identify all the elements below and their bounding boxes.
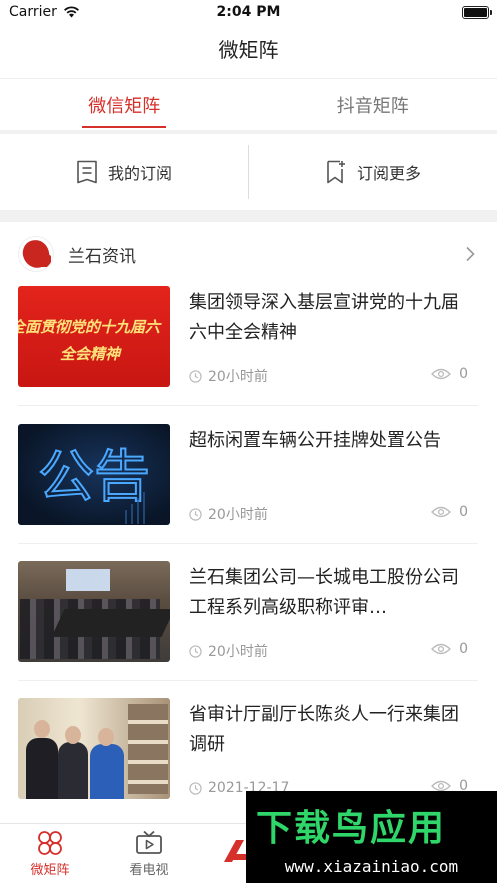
article-meta: 20小时前 0 bbox=[189, 504, 474, 524]
eye-icon bbox=[431, 506, 451, 518]
subscribe-row: 我的订阅 订阅更多 bbox=[0, 134, 497, 210]
clock-icon bbox=[189, 644, 202, 658]
bookmark-add-icon bbox=[327, 160, 345, 184]
list-item[interactable]: 兰石集团公司—长城电工股份公司工程系列高级职称评审… 20小时前 0 bbox=[18, 561, 478, 689]
tab-douyin-matrix[interactable]: 抖音矩阵 bbox=[249, 79, 497, 130]
article-time: 20小时前 bbox=[208, 369, 268, 385]
view-count: 0 bbox=[431, 641, 468, 657]
subscribe-more-label: 订阅更多 bbox=[356, 164, 421, 183]
eye-icon bbox=[431, 368, 451, 380]
tab-micro-matrix[interactable]: 微矩阵 bbox=[10, 830, 90, 878]
view-count-value: 0 bbox=[459, 641, 468, 657]
watermark-title: 下载鸟应用 bbox=[256, 808, 447, 849]
tab-label: 微矩阵 bbox=[30, 863, 70, 878]
view-count-value: 0 bbox=[459, 366, 468, 382]
channel-header[interactable]: 兰石资讯 bbox=[0, 222, 497, 286]
article-meta: 20小时前 0 bbox=[189, 641, 474, 661]
view-count: 0 bbox=[431, 366, 468, 382]
article-title: 集团领导深入基层宣讲党的十九届六中全会精神 bbox=[189, 292, 459, 343]
divider bbox=[18, 680, 478, 681]
thumbnail-caption: 全会精神 bbox=[60, 345, 121, 363]
matrix-icon bbox=[38, 831, 62, 855]
tab-wechat-matrix[interactable]: 微信矩阵 bbox=[0, 79, 249, 130]
article-time: 20小时前 bbox=[208, 644, 268, 660]
view-count-value: 0 bbox=[459, 504, 468, 520]
article-time: 20小时前 bbox=[208, 507, 268, 523]
subscription-list-icon bbox=[77, 160, 97, 184]
channel-logo bbox=[18, 236, 54, 272]
article-meta: 20小时前 0 bbox=[189, 366, 474, 386]
my-subscriptions-label: 我的订阅 bbox=[107, 164, 172, 183]
my-subscriptions-button[interactable]: 我的订阅 bbox=[0, 134, 248, 210]
list-item[interactable]: 全面贯彻党的十九届六 全会精神 集团领导深入基层宣讲党的十九届六中全会精神 20… bbox=[18, 286, 478, 414]
article-title: 兰石集团公司—长城电工股份公司工程系列高级职称评审… bbox=[189, 567, 459, 618]
eye-icon bbox=[431, 643, 451, 655]
article-thumbnail: 全面贯彻党的十九届六 全会精神 bbox=[18, 286, 170, 387]
channel-name: 兰石资讯 bbox=[68, 246, 136, 267]
divider bbox=[18, 543, 478, 544]
watermark-banner: 下载鸟应用 www.xiazainiao.com bbox=[246, 791, 497, 883]
thumbnail-caption: 公告 bbox=[38, 445, 150, 510]
chevron-right-icon[interactable] bbox=[465, 246, 475, 262]
clock-icon bbox=[189, 369, 202, 383]
thumbnail-caption: 全面贯彻党的十九届六 bbox=[18, 318, 161, 336]
article-thumbnail bbox=[18, 561, 170, 662]
article-thumbnail bbox=[18, 698, 170, 799]
list-item[interactable]: 公告 超标闲置车辆公开挂牌处置公告 20小时前 0 bbox=[18, 424, 478, 552]
status-bar: Carrier 2:04 PM bbox=[0, 0, 497, 26]
clock-icon bbox=[189, 781, 202, 795]
tv-icon bbox=[136, 830, 162, 854]
battery-icon bbox=[462, 6, 492, 19]
tab-label: 看电视 bbox=[129, 863, 169, 878]
subscribe-more-button[interactable]: 订阅更多 bbox=[249, 134, 497, 210]
article-thumbnail: 公告 bbox=[18, 424, 170, 525]
clock-icon bbox=[189, 507, 202, 521]
status-time: 2:04 PM bbox=[216, 4, 281, 20]
article-title: 省审计厅副厅长陈炎人一行来集团调研 bbox=[189, 704, 459, 755]
top-tabs: 微信矩阵 抖音矩阵 bbox=[0, 78, 497, 130]
article-title: 超标闲置车辆公开挂牌处置公告 bbox=[189, 430, 441, 451]
tab-watch-tv[interactable]: 看电视 bbox=[109, 830, 189, 878]
view-count: 0 bbox=[431, 504, 468, 520]
divider bbox=[18, 405, 478, 406]
watermark-url: www.xiazainiao.com bbox=[284, 857, 459, 876]
section-gap bbox=[0, 210, 497, 222]
page-title: 微矩阵 bbox=[218, 38, 279, 62]
